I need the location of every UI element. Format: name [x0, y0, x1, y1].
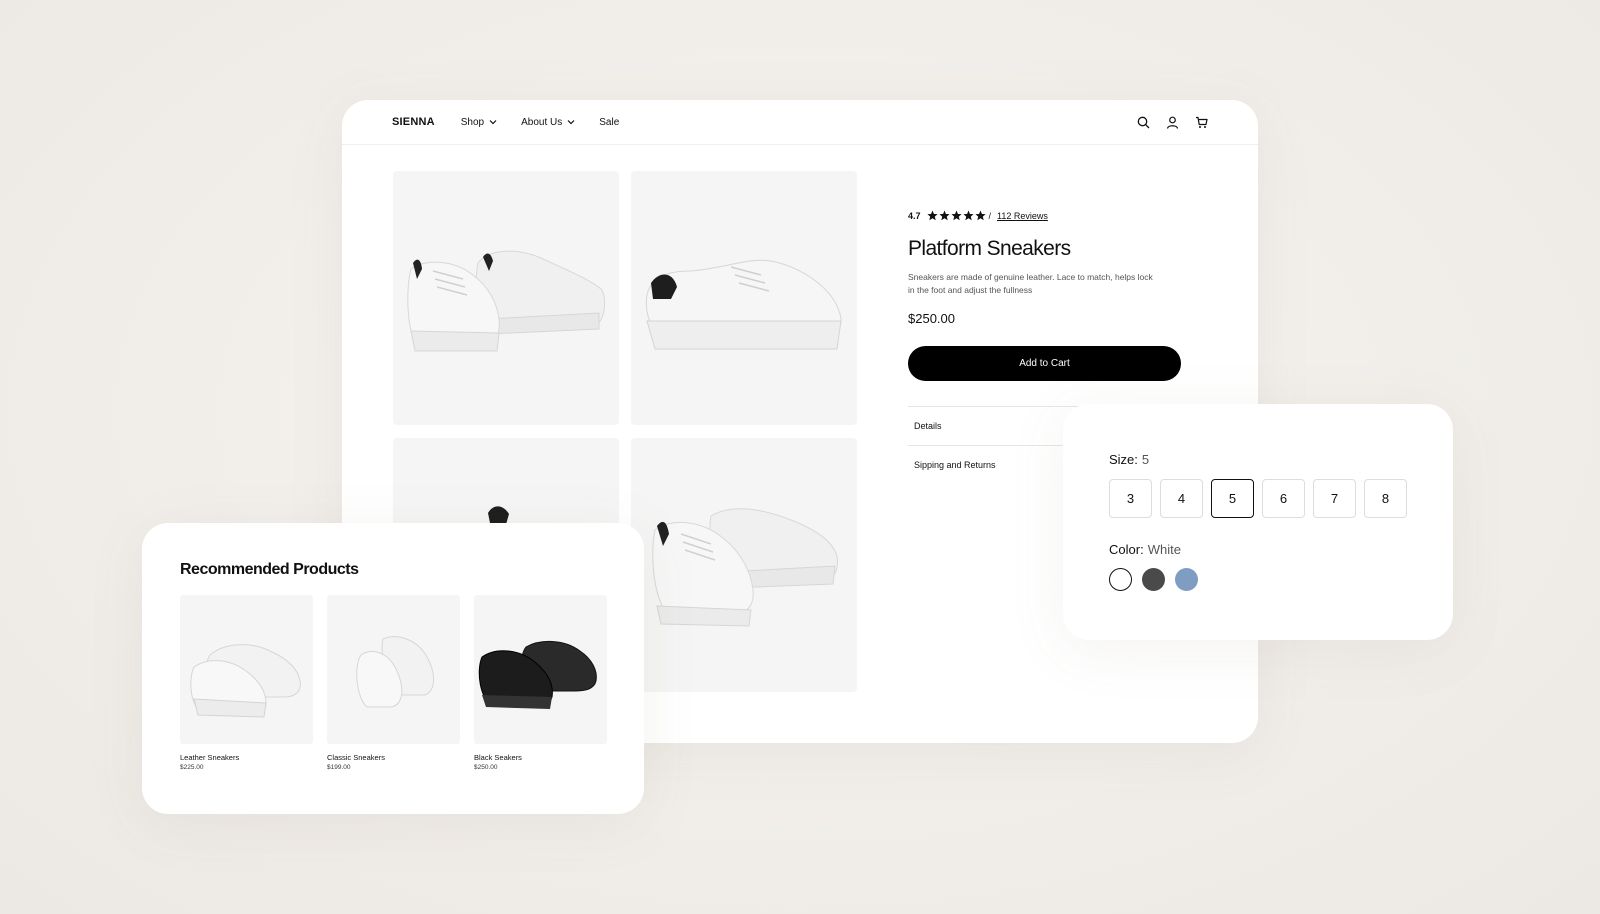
star-icon — [974, 210, 986, 221]
size-option-3[interactable]: 3 — [1109, 479, 1152, 518]
cart-icon[interactable] — [1195, 116, 1208, 129]
reviews-link[interactable]: 112 Reviews — [997, 211, 1048, 221]
recommended-item[interactable]: Classic Sneakers $199.00 — [327, 595, 460, 771]
variant-selector-card: Size: 5 3 4 5 6 7 8 Color: White — [1063, 404, 1453, 640]
sneaker-side-image — [645, 259, 842, 350]
selected-color: White — [1147, 542, 1181, 557]
accordion-label: Details — [914, 421, 942, 431]
sneaker-image — [478, 641, 597, 709]
user-icon[interactable] — [1166, 116, 1179, 129]
recommended-item[interactable]: Black Seakers $250.00 — [474, 595, 607, 771]
size-label: Size: — [1109, 452, 1138, 467]
color-label-row: Color: White — [1109, 542, 1453, 557]
recommended-list: Leather Sneakers $225.00 Classic Sneaker… — [180, 595, 644, 771]
rating-separator: / — [988, 210, 992, 221]
rating-summary: 4.7 / 112 Reviews — [908, 210, 1188, 221]
recommended-item-name: Black Seakers — [474, 753, 522, 762]
color-swatch-blue[interactable] — [1175, 568, 1198, 591]
color-swatch-white[interactable] — [1109, 568, 1132, 591]
size-options: 3 4 5 6 7 8 — [1109, 479, 1453, 518]
gallery-image-side-view[interactable] — [631, 171, 857, 425]
product-price: $250.00 — [908, 311, 955, 326]
recommended-item-name: Leather Sneakers — [180, 753, 240, 762]
brand-logo[interactable]: SIENNA — [392, 116, 435, 128]
size-label-row: Size: 5 — [1109, 452, 1453, 467]
recommended-item-price: $225.00 — [180, 764, 204, 771]
product-thumbnail — [180, 595, 313, 744]
size-option-6[interactable]: 6 — [1262, 479, 1305, 518]
search-icon[interactable] — [1137, 116, 1150, 129]
product-title: Platform Sneakers — [908, 237, 1071, 260]
selected-size: 5 — [1141, 452, 1150, 467]
top-navbar: SIENNA Shop About Us Sale — [342, 100, 1258, 145]
star-icon — [950, 210, 962, 221]
product-description: Sneakers are made of genuine leather. La… — [908, 272, 1153, 295]
recommended-item-price: $199.00 — [327, 764, 351, 771]
star-icon — [926, 210, 938, 221]
recommended-item[interactable]: Leather Sneakers $225.00 — [180, 595, 313, 771]
nav-item-shop[interactable]: Shop — [461, 117, 497, 128]
nav-item-label: Shop — [460, 116, 485, 128]
nav-item-label: About Us — [521, 116, 563, 128]
sneaker-image — [356, 636, 434, 708]
sneaker-image — [190, 644, 301, 718]
sneaker-pair-image — [652, 508, 838, 627]
recommended-item-name: Classic Sneakers — [327, 753, 385, 762]
size-option-7[interactable]: 7 — [1313, 479, 1356, 518]
nav-item-about-us[interactable]: About Us — [521, 117, 575, 128]
product-thumbnail — [474, 595, 607, 744]
product-thumbnail — [327, 595, 460, 744]
accordion-label: Sipping and Returns — [914, 460, 996, 470]
gallery-image-pair-side[interactable] — [393, 171, 619, 425]
star-icon — [938, 210, 950, 221]
color-label: Color: — [1109, 542, 1144, 557]
size-option-4[interactable]: 4 — [1160, 479, 1203, 518]
size-option-8[interactable]: 8 — [1364, 479, 1407, 518]
star-icon — [962, 210, 974, 221]
recommended-item-price: $250.00 — [474, 764, 498, 771]
color-options — [1109, 568, 1453, 591]
sneaker-pair-image — [407, 250, 606, 352]
nav-icon-group — [1137, 116, 1208, 129]
gallery-image-pair-front[interactable] — [631, 438, 857, 692]
recommended-products-card: Recommended Products Leather Sneakers $2… — [142, 523, 644, 814]
size-option-5[interactable]: 5 — [1211, 479, 1254, 518]
star-rating — [926, 210, 986, 221]
nav-item-label: Sale — [599, 116, 620, 128]
add-to-cart-button[interactable]: Add to Cart — [908, 346, 1181, 381]
color-swatch-charcoal[interactable] — [1142, 568, 1165, 591]
rating-value: 4.7 — [908, 210, 921, 221]
chevron-down-icon — [489, 120, 497, 125]
nav-item-sale[interactable]: Sale — [599, 117, 619, 128]
chevron-down-icon — [567, 120, 575, 125]
recommended-title: Recommended Products — [180, 561, 359, 578]
